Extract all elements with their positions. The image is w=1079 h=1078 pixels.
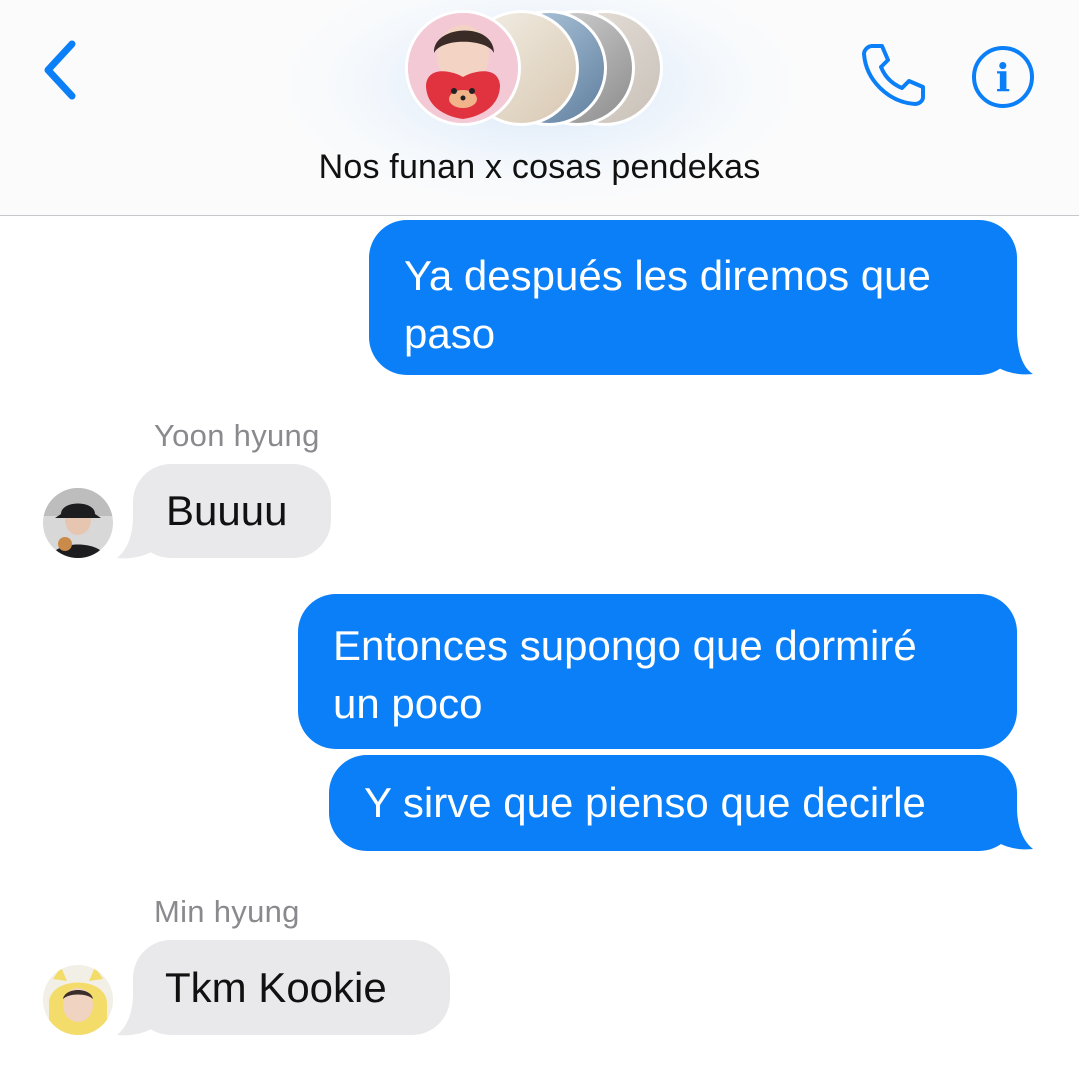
bubble-tail xyxy=(117,516,161,559)
phone-icon[interactable] xyxy=(858,40,928,106)
outgoing-message-bubble[interactable]: Entonces supongo que dormiré un poco xyxy=(298,594,1017,749)
sender-name: Min hyung xyxy=(154,894,300,929)
info-icon[interactable]: i xyxy=(970,44,1036,110)
incoming-message-bubble[interactable]: Tkm Kookie xyxy=(117,940,450,1036)
chevron-left-icon[interactable] xyxy=(38,38,82,102)
message-text-line: un poco xyxy=(333,680,483,727)
bubble-tail xyxy=(117,993,161,1036)
conversation-title[interactable]: Nos funan x cosas pendekas xyxy=(0,148,1079,187)
message-text-line: Buuuu xyxy=(166,487,288,534)
bubble-tail xyxy=(989,330,1033,375)
outgoing-message-bubble[interactable]: Ya después les diremos que paso xyxy=(369,220,1033,375)
sender-avatar-yoon[interactable] xyxy=(43,488,113,558)
message-text-line: paso xyxy=(404,310,496,357)
outgoing-message-bubble[interactable]: Y sirve que pienso que decirle xyxy=(329,755,1033,851)
member-avatar-1 xyxy=(405,10,521,126)
message-text-line: Entonces supongo que dormiré xyxy=(333,622,917,669)
message-text-line: Tkm Kookie xyxy=(165,964,387,1011)
group-avatar-stack[interactable] xyxy=(405,6,675,130)
incoming-message-bubble[interactable]: Buuuu xyxy=(117,464,331,559)
message-text-line: Ya después les diremos que xyxy=(404,252,931,299)
message-text-line: Y sirve que pienso que decirle xyxy=(364,779,926,826)
sender-avatar-min[interactable] xyxy=(43,965,113,1035)
info-glyph: i xyxy=(996,55,1010,100)
sender-name: Yoon hyung xyxy=(154,418,320,453)
conversation-header: i Nos funan x cosas pendekas xyxy=(0,0,1079,216)
